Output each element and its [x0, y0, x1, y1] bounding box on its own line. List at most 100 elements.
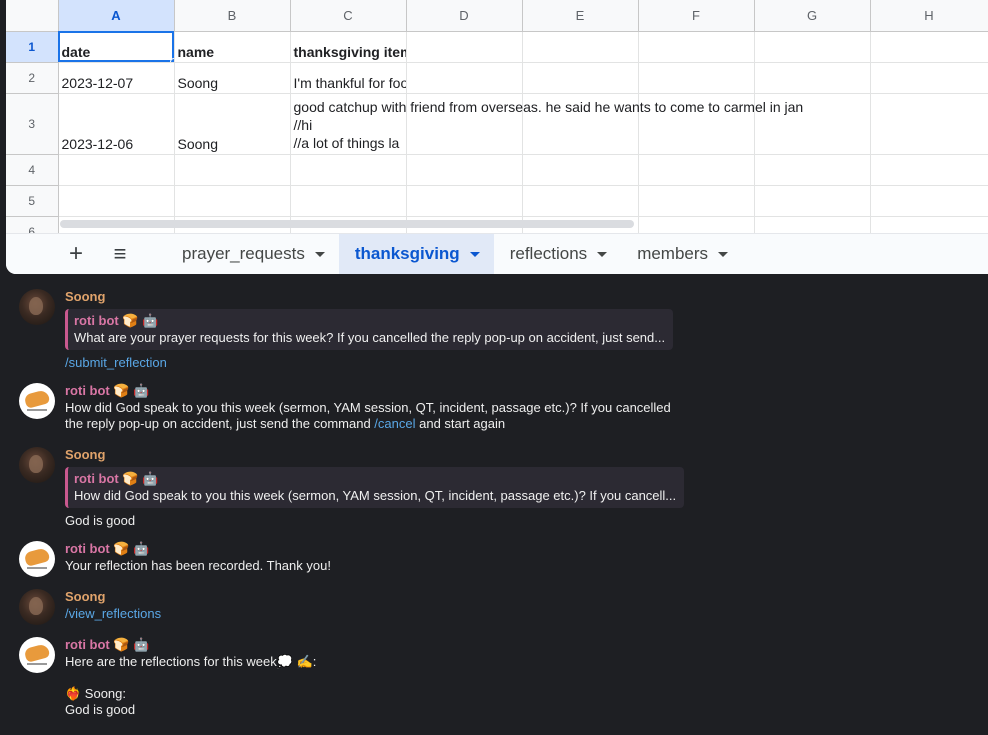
row-header[interactable]: 2 — [6, 62, 59, 94]
cell[interactable] — [406, 62, 523, 94]
cell[interactable] — [290, 185, 407, 217]
cell[interactable]: thanksgiving item — [290, 31, 407, 63]
cell[interactable] — [638, 185, 755, 217]
column-header-d[interactable]: D — [406, 0, 523, 32]
reply-quote[interactable]: roti bot 🍞 🤖 How did God speak to you th… — [65, 467, 685, 508]
cell[interactable] — [406, 185, 523, 217]
cell[interactable] — [638, 154, 755, 186]
cell[interactable] — [638, 62, 755, 94]
column-header-g[interactable]: G — [754, 0, 871, 32]
message-text: God is good — [65, 513, 136, 528]
cell[interactable]: name — [174, 31, 291, 63]
cell[interactable] — [522, 154, 639, 186]
cell-a1[interactable]: date — [58, 31, 175, 63]
reflection-author: ❤️‍🔥 Soong: — [65, 686, 127, 701]
cancel-command-link[interactable]: /cancel — [374, 416, 415, 431]
cell[interactable] — [754, 62, 871, 94]
message-sender[interactable]: roti bot 🍞 🤖 — [65, 636, 316, 654]
cell[interactable] — [406, 154, 523, 186]
select-all-corner[interactable] — [6, 0, 59, 32]
cell[interactable]: 2023-12-07 — [58, 62, 175, 94]
cell[interactable] — [870, 154, 988, 186]
message-body: roti bot 🍞 🤖 Here are the reflections fo… — [65, 636, 316, 718]
chevron-down-icon[interactable] — [718, 251, 729, 257]
message-body: Soong roti bot 🍞 🤖 What are your prayer … — [65, 288, 674, 371]
cell[interactable] — [870, 62, 988, 94]
sheet-grid: A B C D E F G H 1 date name thanksgiving… — [6, 0, 988, 248]
tab-members[interactable]: members — [621, 234, 742, 275]
sheet-tab-bar: + ≡ prayer_requests thanksgiving reflect… — [6, 233, 988, 274]
chevron-down-icon[interactable] — [597, 251, 608, 257]
message-sender[interactable]: Soong — [65, 446, 684, 464]
column-header-f[interactable]: F — [638, 0, 755, 32]
table-row: 4 — [6, 154, 988, 186]
cell[interactable]: 2023-12-06 — [58, 93, 175, 155]
row-header[interactable]: 3 — [6, 93, 59, 155]
table-row: 2 2023-12-07 Soong I'm thankful for food — [6, 62, 988, 94]
message-text-line: the reply pop-up on accident, just send … — [65, 416, 671, 432]
bot-avatar[interactable] — [19, 637, 55, 673]
message-sender[interactable]: Soong — [65, 588, 161, 606]
cell-multiline[interactable]: good catchup with friend from overseas. … — [290, 93, 804, 155]
bot-avatar[interactable] — [19, 541, 55, 577]
message-body: Soong /view_reflections — [65, 588, 161, 622]
cell[interactable] — [58, 185, 175, 217]
row-header[interactable]: 1 — [6, 31, 59, 63]
cell[interactable] — [754, 154, 871, 186]
cell[interactable] — [870, 31, 988, 63]
cell[interactable] — [870, 93, 988, 155]
cell[interactable]: Soong — [174, 62, 291, 94]
message-text: Your reflection has been recorded. Thank… — [65, 558, 331, 573]
command-link[interactable]: /view_reflections — [65, 606, 161, 622]
column-header-e[interactable]: E — [522, 0, 639, 32]
tab-reflections[interactable]: reflections — [494, 234, 621, 275]
tab-thanksgiving[interactable]: thanksgiving — [338, 233, 494, 274]
add-sheet-button[interactable]: + — [54, 240, 98, 268]
column-header-h[interactable]: H — [870, 0, 988, 32]
cell[interactable] — [754, 31, 871, 63]
cell[interactable] — [290, 154, 407, 186]
user-avatar[interactable] — [19, 447, 55, 483]
cell[interactable] — [522, 185, 639, 217]
bot-avatar[interactable] — [19, 383, 55, 419]
row-header[interactable]: 4 — [6, 154, 59, 186]
chevron-down-icon[interactable] — [469, 251, 480, 257]
column-header-a[interactable]: A — [58, 0, 175, 32]
cell[interactable] — [522, 62, 639, 94]
message-sender[interactable]: Soong — [65, 288, 673, 306]
all-sheets-menu-icon[interactable]: ≡ — [98, 241, 142, 267]
cell[interactable]: I'm thankful for food — [290, 62, 407, 94]
horizontal-scrollbar[interactable] — [60, 220, 634, 228]
message-body: roti bot 🍞 🤖 How did God speak to you th… — [65, 382, 671, 432]
cell[interactable] — [638, 31, 755, 63]
cell[interactable] — [174, 154, 291, 186]
column-header-b[interactable]: B — [174, 0, 291, 32]
tab-label: prayer_requests — [182, 244, 305, 263]
cell[interactable] — [870, 185, 988, 217]
cell[interactable] — [754, 185, 871, 217]
fill-handle[interactable] — [169, 57, 173, 61]
cell-line: good catchup with friend from overseas. … — [293, 98, 804, 115]
chat-message-list: Soong roti bot 🍞 🤖 What are your prayer … — [0, 274, 988, 735]
cell[interactable] — [58, 154, 175, 186]
message-text: How did God speak to you this week (serm… — [65, 400, 671, 415]
cell[interactable] — [174, 185, 291, 217]
cell[interactable]: Soong — [174, 93, 291, 155]
command-link[interactable]: /submit_reflection — [65, 355, 673, 371]
user-avatar[interactable] — [19, 289, 55, 325]
message-sender[interactable]: roti bot 🍞 🤖 — [65, 540, 331, 558]
reply-quote[interactable]: roti bot 🍞 🤖 What are your prayer reques… — [65, 309, 674, 350]
cell[interactable] — [522, 31, 639, 63]
cell-line: //a lot of things la — [293, 134, 400, 151]
spreadsheet-window: A B C D E F G H 1 date name thanksgiving… — [6, 0, 988, 274]
chevron-down-icon[interactable] — [314, 251, 325, 257]
column-header-c[interactable]: C — [290, 0, 407, 32]
tab-prayer-requests[interactable]: prayer_requests — [166, 234, 339, 275]
row-header[interactable]: 5 — [6, 185, 59, 217]
quote-sender: roti bot 🍞 🤖 — [74, 471, 159, 486]
message-sender[interactable]: roti bot 🍞 🤖 — [65, 382, 671, 400]
cell[interactable] — [406, 31, 523, 63]
quote-text: What are your prayer requests for this w… — [74, 330, 666, 345]
message-body: Soong roti bot 🍞 🤖 How did God speak to … — [65, 446, 685, 529]
user-avatar[interactable] — [19, 589, 55, 625]
